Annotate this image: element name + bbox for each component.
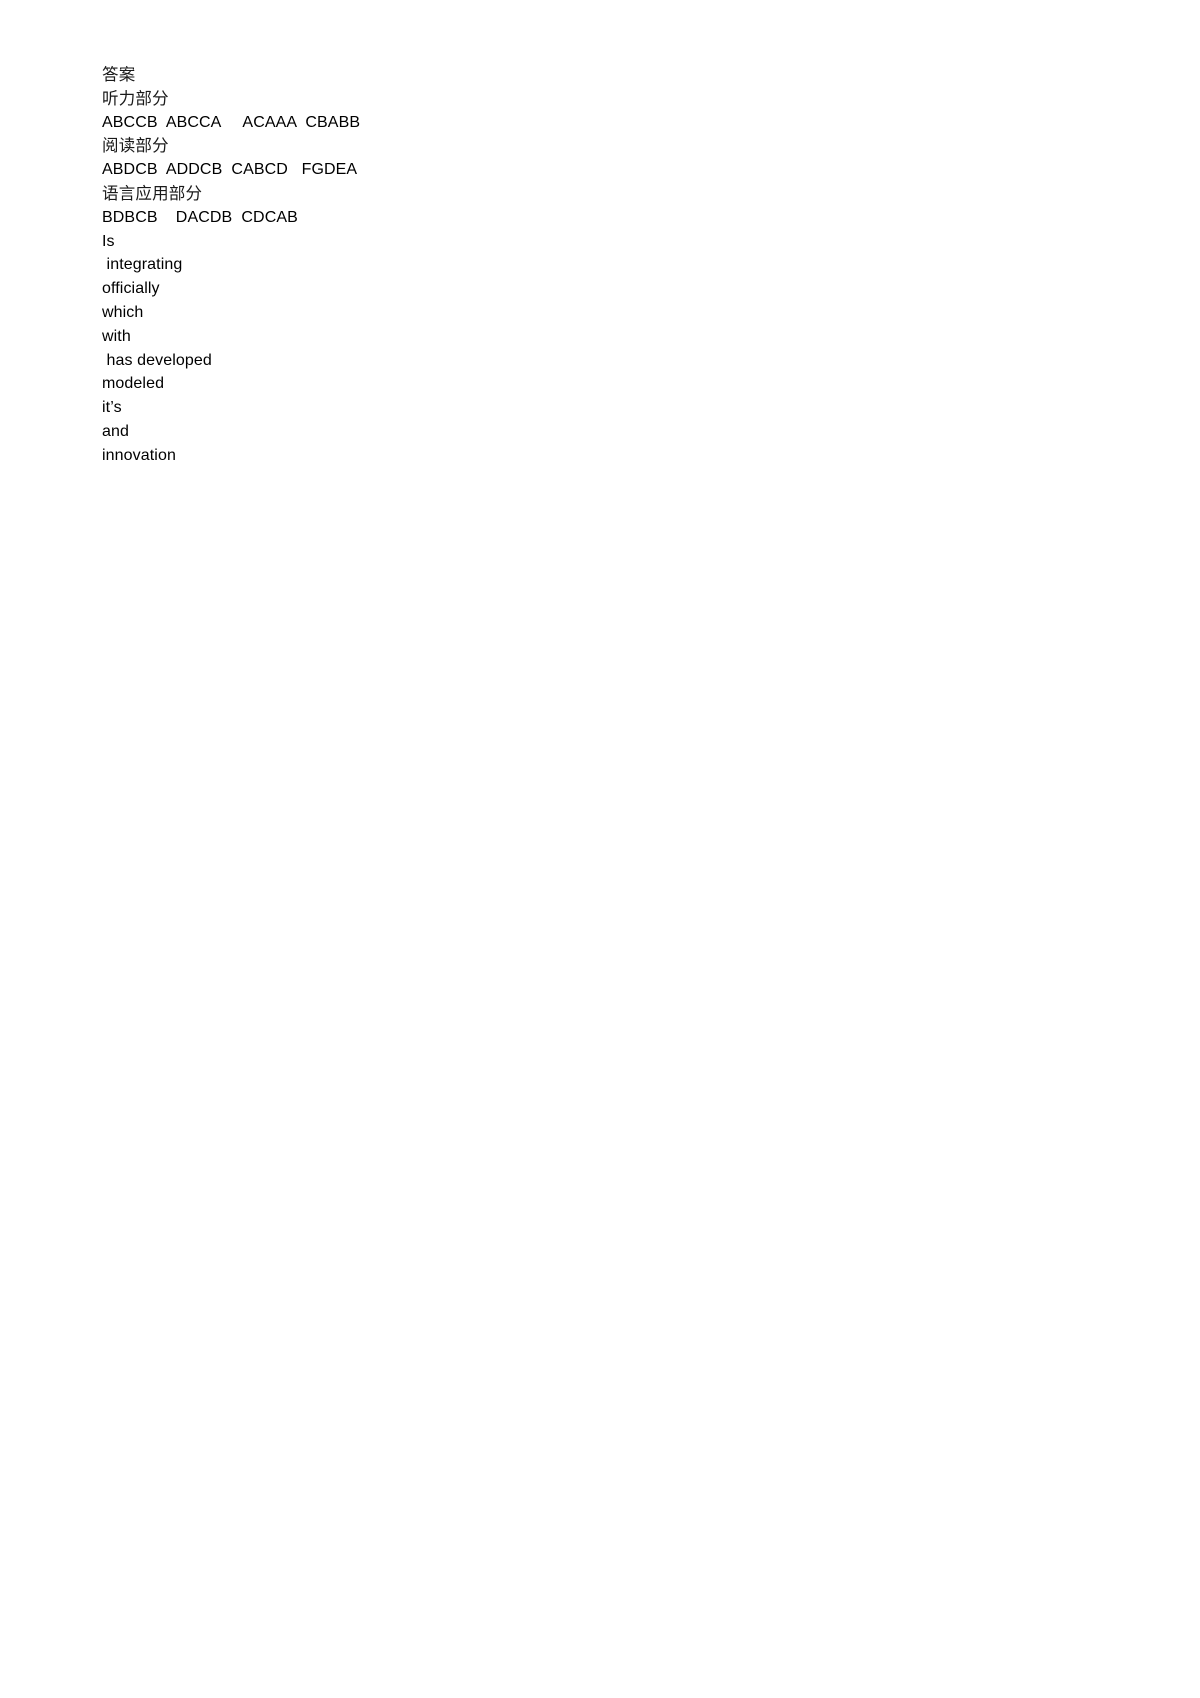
fill-answer-line-3: officially — [102, 280, 160, 298]
fill-answer-line-8: it’s — [102, 399, 122, 417]
document-text-block: 答案 听力部分 ABCCB ABCCA ACAAA CBABB 阅读部分 ABD… — [102, 63, 1102, 468]
fill-answer-line-7: modeled — [102, 375, 165, 393]
language-use-answers-line: BDBCB DACDB CDCAB — [102, 208, 298, 226]
fill-answer-line-10: innovation — [102, 446, 176, 464]
language-use-section-heading: 语言应用部分 — [102, 183, 203, 203]
fill-answer-line-5: with — [102, 327, 131, 345]
listening-section-heading: 听力部分 — [102, 88, 169, 108]
reading-section-heading: 阅读部分 — [102, 136, 169, 156]
document-page: 答案 听力部分 ABCCB ABCCA ACAAA CBABB 阅读部分 ABD… — [0, 0, 1200, 1698]
reading-answers-line: ABDCB ADDCB CABCD FGDEA — [102, 161, 358, 179]
fill-answer-line-6: has developed — [102, 351, 212, 369]
fill-answer-line-2: integrating — [102, 256, 183, 274]
fill-answer-line-1: Is — [102, 232, 115, 250]
fill-answer-line-4: which — [102, 303, 144, 321]
listening-answers-line: ABCCB ABCCA ACAAA CBABB — [102, 113, 361, 131]
fill-answer-line-9: and — [102, 422, 129, 440]
answer-key-title: 答案 — [102, 65, 136, 84]
